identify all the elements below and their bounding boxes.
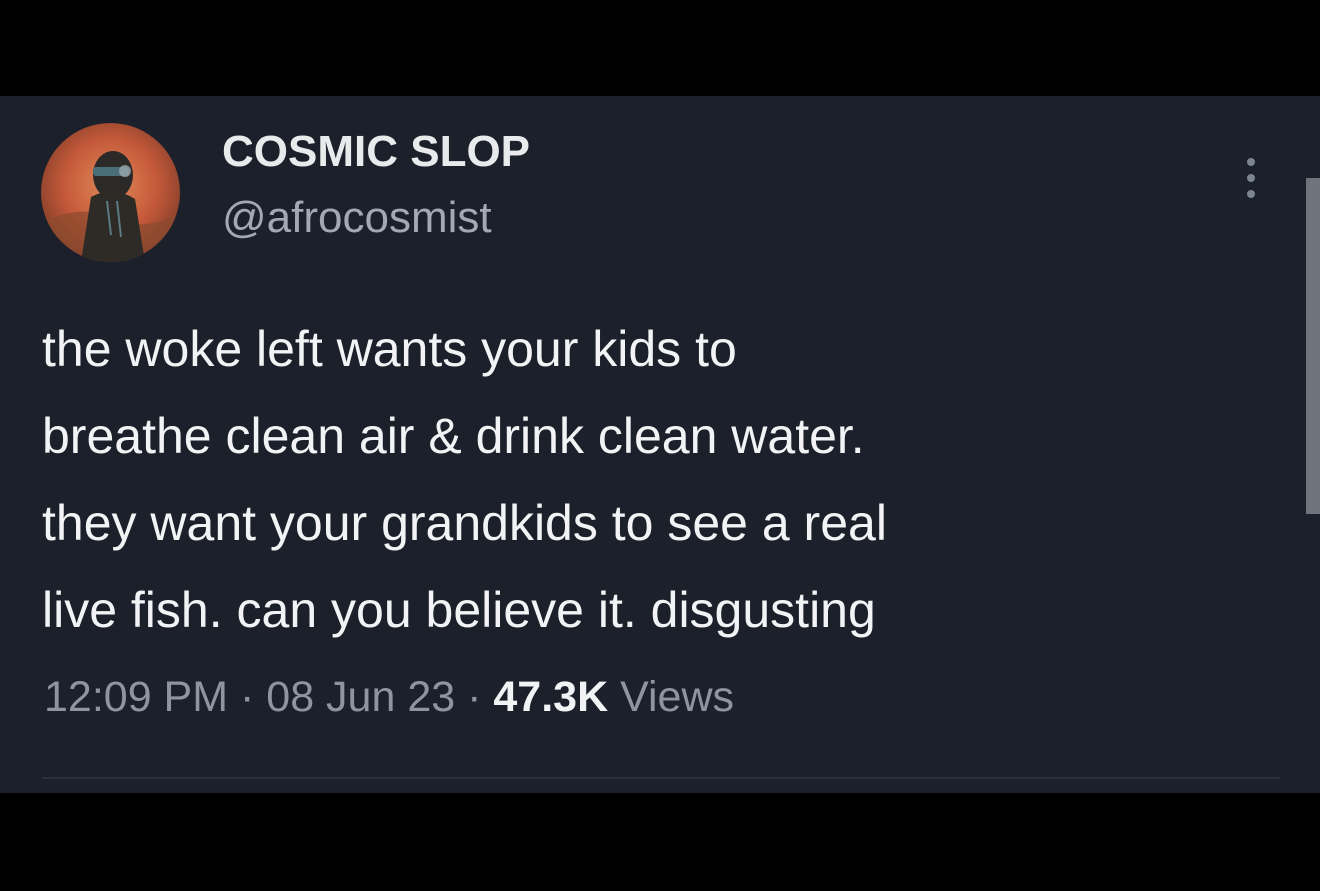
divider	[42, 777, 1280, 779]
tweet-card: COSMIC SLOP @afrocosmist the woke left w…	[0, 96, 1320, 793]
more-vertical-icon-dot	[1247, 190, 1255, 198]
author-display-name[interactable]: COSMIC SLOP	[222, 130, 530, 174]
meta-separator: ·	[228, 673, 267, 721]
meta-separator: ·	[455, 673, 494, 721]
tweet-text-line: they want your grandkids to see a real	[42, 495, 887, 551]
views-label: Views	[608, 673, 735, 721]
tweet-text-line: live fish. can you believe it. disgustin…	[42, 582, 876, 638]
avatar-image	[41, 123, 180, 262]
more-options-button[interactable]	[1234, 154, 1268, 202]
tweet-time[interactable]: 12:09 PM	[44, 673, 228, 721]
author-avatar[interactable]	[41, 123, 180, 262]
tweet-text-line: the woke left wants your kids to	[42, 321, 737, 377]
more-vertical-icon-dot	[1247, 174, 1255, 182]
tweet-text: the woke left wants your kids to breathe…	[42, 306, 1282, 654]
tweet-date[interactable]: 08 Jun 23	[266, 673, 455, 721]
tweet-text-line: breathe clean air & drink clean water.	[42, 408, 865, 464]
author-handle[interactable]: @afrocosmist	[222, 196, 492, 240]
scrollbar-thumb[interactable]	[1306, 178, 1320, 514]
views-count: 47.3K	[493, 673, 609, 721]
more-vertical-icon	[1247, 158, 1255, 166]
tweet-meta: 12:09 PM · 08 Jun 23 · 47.3K Views	[44, 676, 734, 719]
